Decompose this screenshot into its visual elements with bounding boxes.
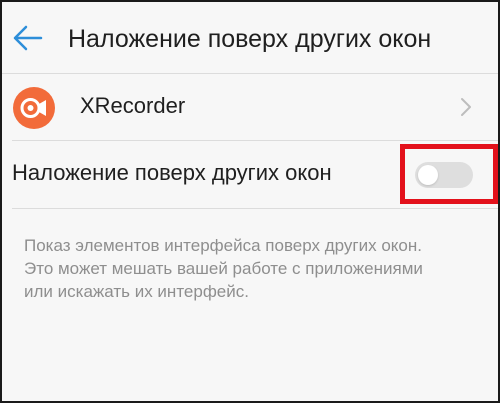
xrecorder-camera-icon bbox=[13, 87, 55, 129]
app-name: XRecorder bbox=[80, 93, 186, 118]
description-line: Показ элементов интерфейса поверх других… bbox=[24, 236, 422, 255]
overlay-setting-label: Наложение поверх других окон bbox=[12, 160, 332, 185]
chevron-right-icon bbox=[461, 98, 471, 116]
arrow-left-icon bbox=[13, 25, 43, 51]
overlay-toggle[interactable] bbox=[415, 162, 473, 188]
back-button[interactable] bbox=[10, 20, 46, 56]
description-line: или искажать их интерфейс. bbox=[24, 282, 249, 301]
settings-screen: Наложение поверх других окон XRecorder Н… bbox=[0, 0, 500, 403]
header: Наложение поверх других окон bbox=[2, 2, 498, 72]
setting-row-divider bbox=[12, 208, 498, 209]
toggle-knob bbox=[418, 165, 438, 185]
permission-description: Показ элементов интерфейса поверх других… bbox=[24, 234, 484, 303]
page-title: Наложение поверх других окон bbox=[68, 25, 432, 53]
description-line: Это может мешать вашей работе с приложен… bbox=[24, 259, 423, 278]
app-row[interactable]: XRecorder bbox=[2, 74, 498, 140]
